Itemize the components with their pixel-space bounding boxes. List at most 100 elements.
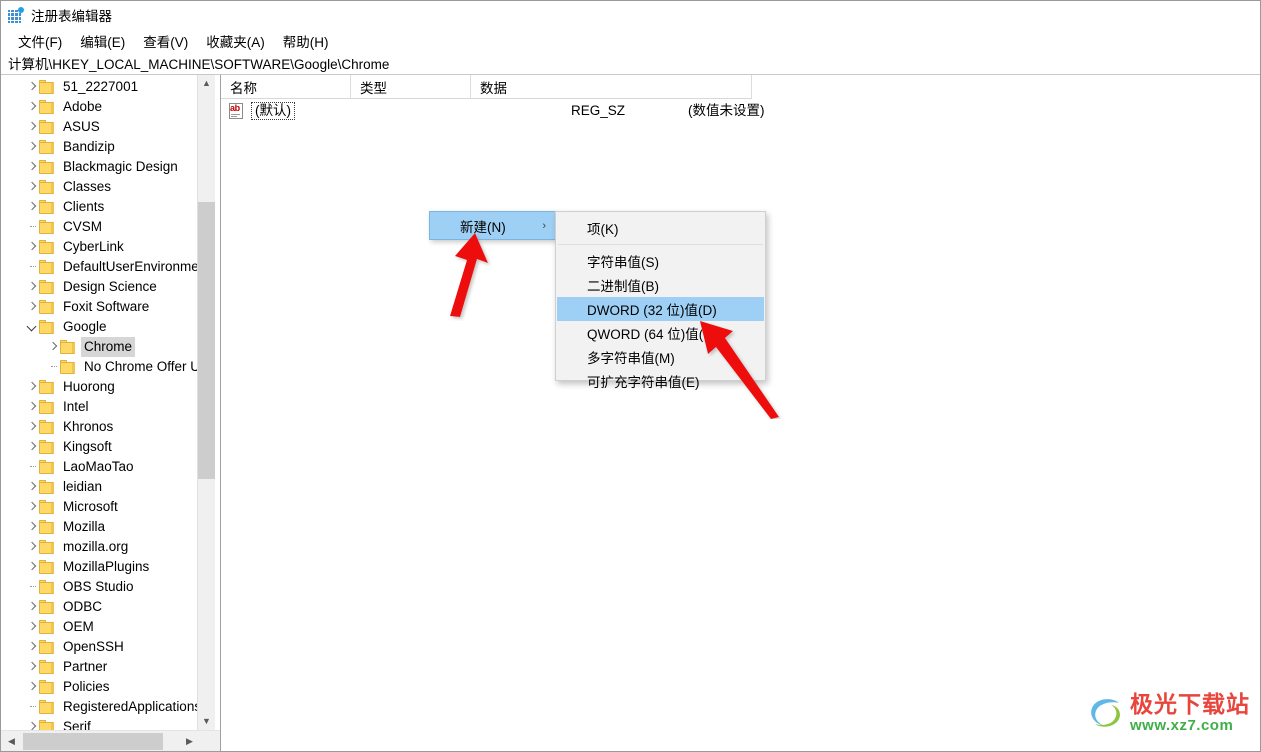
tree-vertical-scrollbar[interactable]: ▲ ▼ [197,75,215,730]
menu-edit[interactable]: 编辑(E) [71,29,134,53]
chevron-right-icon[interactable] [25,177,39,197]
menu-favorites[interactable]: 收藏夹(A) [197,29,274,53]
tree-item-mozillaplugins[interactable]: MozillaPlugins [1,557,199,577]
context-menu-new-item[interactable]: 新建(N) › [429,211,556,240]
chevron-right-icon[interactable] [25,157,39,177]
chevron-right-icon[interactable] [25,537,39,557]
chevron-right-icon[interactable] [25,77,39,97]
scroll-right-button[interactable]: ▶ [180,732,199,751]
chevron-right-icon[interactable] [25,137,39,157]
column-header-data[interactable]: 数据 [471,75,752,98]
scroll-left-button[interactable]: ◀ [2,732,21,751]
tree-item-registeredapplications[interactable]: RegisteredApplications [1,697,199,717]
tree-item-oem[interactable]: OEM [1,617,199,637]
chevron-right-icon[interactable] [25,237,39,257]
tree-item-odbc[interactable]: ODBC [1,597,199,617]
tree-item-label: Bandizip [63,139,115,154]
tree-item-label: LaoMaoTao [63,459,134,474]
chevron-right-icon[interactable] [25,117,39,137]
tree-item-chrome[interactable]: Chrome [1,337,199,357]
tree-item-policies[interactable]: Policies [1,677,199,697]
chevron-right-icon[interactable] [25,417,39,437]
tree-item-mozilla[interactable]: Mozilla [1,517,199,537]
chevron-down-icon[interactable] [25,317,39,337]
scroll-up-button[interactable]: ▲ [198,75,215,92]
chevron-right-icon[interactable] [25,477,39,497]
tree-item-cyberlink[interactable]: CyberLink [1,237,199,257]
tree-horizontal-scrollbar[interactable]: ◀ ▶ [1,730,220,751]
tree-item-khronos[interactable]: Khronos [1,417,199,437]
chevron-right-icon[interactable] [25,617,39,637]
menu-help[interactable]: 帮助(H) [274,29,338,53]
chevron-right-icon[interactable] [25,297,39,317]
tree-item-clients[interactable]: Clients [1,197,199,217]
tree-item-asus[interactable]: ASUS [1,117,199,137]
tree-item-mozilla-org[interactable]: mozilla.org [1,537,199,557]
chevron-right-icon[interactable] [25,597,39,617]
menu-view[interactable]: 查看(V) [134,29,197,53]
tree-item-label: Khronos [63,419,114,434]
tree-item-google[interactable]: Google [1,317,199,337]
tree-item-obs-studio[interactable]: OBS Studio [1,577,199,597]
tree-item-cvsm[interactable]: CVSM [1,217,199,237]
submenu-item-5[interactable]: 多字符串值(M) [556,345,765,369]
tree-item-leidian[interactable]: leidian [1,477,199,497]
menu-file[interactable]: 文件(F) [9,29,71,53]
tree-item-laomaotao[interactable]: LaoMaoTao [1,457,199,477]
tree-item-bandizip[interactable]: Bandizip [1,137,199,157]
registry-editor-icon [7,6,24,24]
folder-icon [39,460,55,474]
submenu-item-0[interactable]: 项(K) [556,216,765,240]
tree-item-partner[interactable]: Partner [1,657,199,677]
submenu-item-3[interactable]: DWORD (32 位)值(D) [557,297,764,321]
submenu-item-6[interactable]: 可扩充字符串值(E) [556,369,765,393]
tree-item-foxit-software[interactable]: Foxit Software [1,297,199,317]
tree-item-label: mozilla.org [63,539,129,554]
tree-item-classes[interactable]: Classes [1,177,199,197]
chevron-right-icon[interactable] [25,437,39,457]
tree-item-intel[interactable]: Intel [1,397,199,417]
value-name: (默认) [251,102,295,120]
tree-item-microsoft[interactable]: Microsoft [1,497,199,517]
tree-leaf-connector [25,697,39,717]
tree-hscroll-thumb[interactable] [23,733,163,750]
tree-item-51-2227001[interactable]: 51_2227001 [1,77,199,97]
tree-item-serif[interactable]: Serif [1,717,199,730]
tree-item-no-chrome-offer-until[interactable]: No Chrome Offer Until [1,357,199,377]
chevron-right-icon[interactable] [25,557,39,577]
chevron-right-icon[interactable] [25,377,39,397]
chevron-right-icon[interactable] [25,397,39,417]
tree-item-label: Google [63,319,107,334]
tree-item-adobe[interactable]: Adobe [1,97,199,117]
tree-item-label: Partner [63,659,108,674]
folder-icon [39,240,55,254]
tree-item-kingsoft[interactable]: Kingsoft [1,437,199,457]
column-header-name[interactable]: 名称 [221,75,351,98]
column-header-type[interactable]: 类型 [351,75,471,98]
tree-item-blackmagic-design[interactable]: Blackmagic Design [1,157,199,177]
tree-item-design-science[interactable]: Design Science [1,277,199,297]
tree-item-label: No Chrome Offer Until [84,359,199,374]
chevron-right-icon[interactable] [25,657,39,677]
chevron-right-icon[interactable] [25,637,39,657]
tree-item-label: DefaultUserEnvironment [63,259,199,274]
submenu-item-4[interactable]: QWORD (64 位)值(Q) [556,321,765,345]
tree-item-openssh[interactable]: OpenSSH [1,637,199,657]
submenu-item-2[interactable]: 二进制值(B) [556,273,765,297]
tree-item-huorong[interactable]: Huorong [1,377,199,397]
chevron-right-icon[interactable] [25,97,39,117]
chevron-right-icon[interactable] [25,197,39,217]
chevron-right-icon[interactable] [25,677,39,697]
tree-item-defaultuserenvironment[interactable]: DefaultUserEnvironment [1,257,199,277]
scroll-down-button[interactable]: ▼ [198,713,215,730]
chevron-right-icon[interactable] [25,517,39,537]
chevron-right-icon[interactable] [25,277,39,297]
tree-scroll-thumb[interactable] [198,202,215,479]
submenu-item-1[interactable]: 字符串值(S) [556,249,765,273]
chevron-right-icon[interactable] [25,717,39,730]
chevron-right-icon[interactable] [46,337,60,357]
chevron-right-icon[interactable] [25,497,39,517]
table-row[interactable]: ab (默认) [221,100,295,122]
tree-item-label: leidian [63,479,103,494]
address-bar[interactable]: 计算机\HKEY_LOCAL_MACHINE\SOFTWARE\Google\C… [1,52,1260,75]
